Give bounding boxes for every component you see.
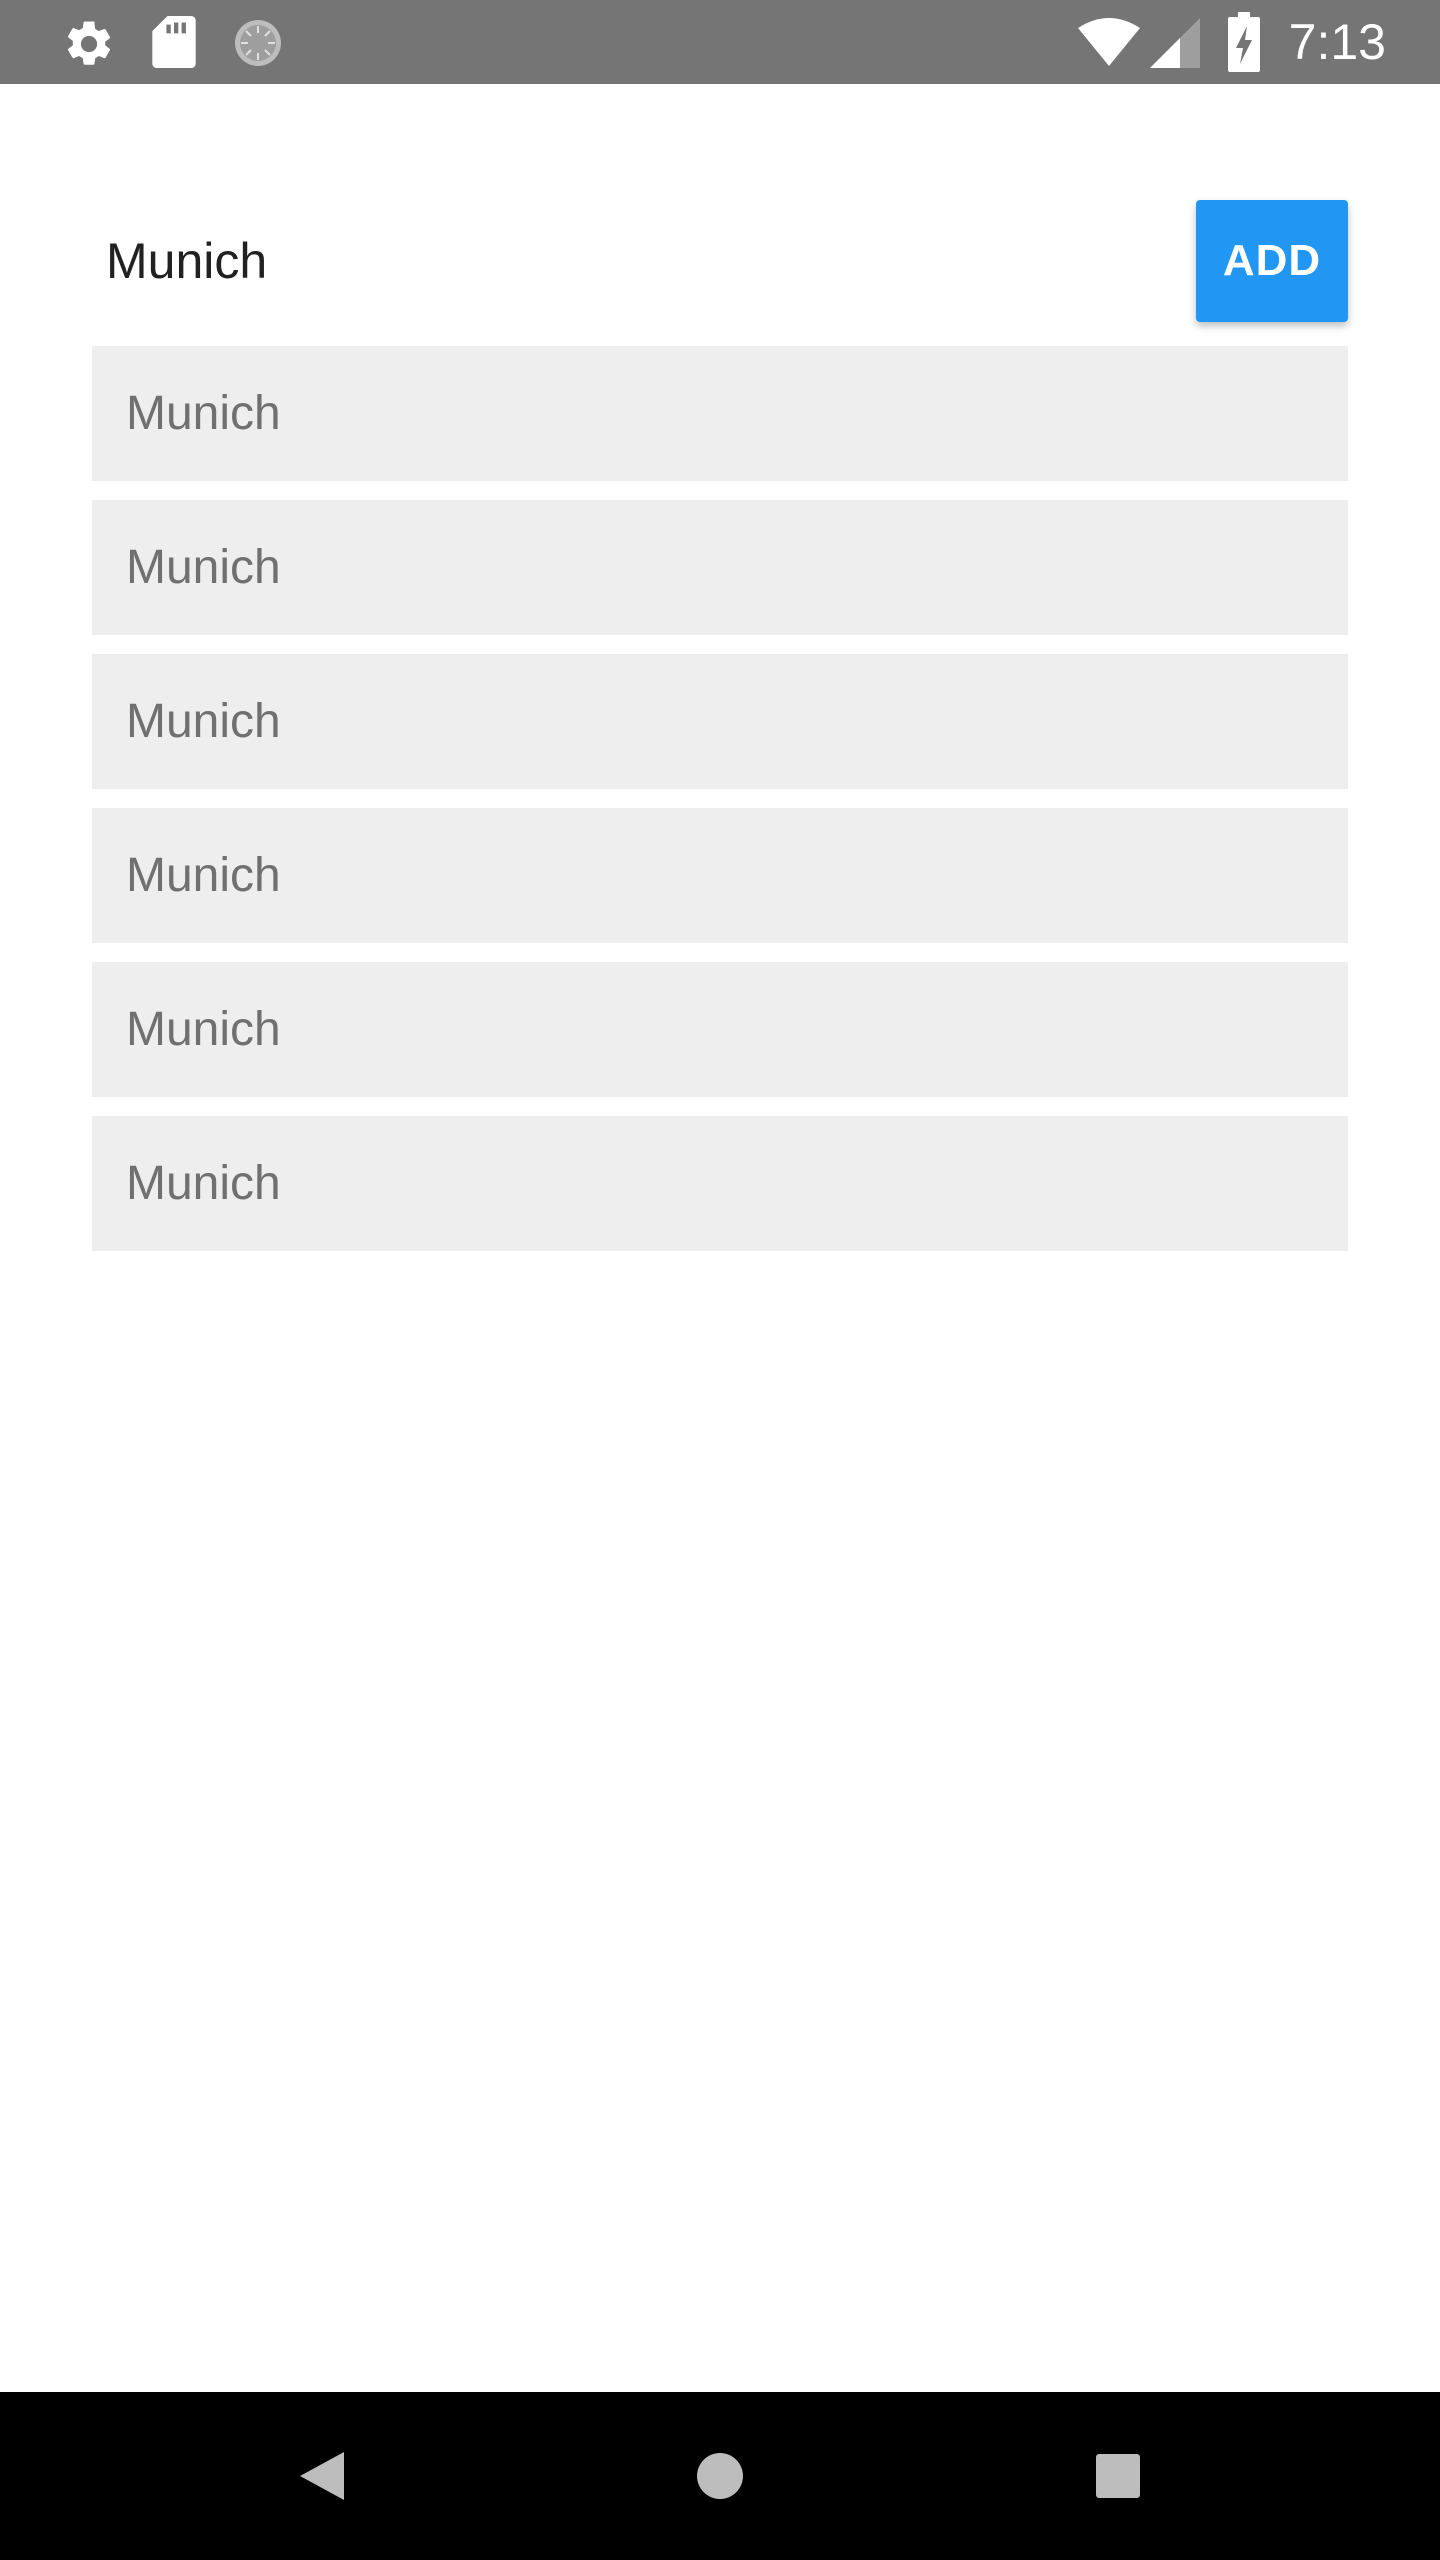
home-button[interactable] bbox=[670, 2426, 770, 2526]
city-list: Munich Munich Munich Munich Munich Munic… bbox=[92, 346, 1348, 1270]
status-bar: 7:13 bbox=[0, 0, 1440, 84]
recents-button[interactable] bbox=[1068, 2426, 1168, 2526]
navigation-bar bbox=[0, 2392, 1440, 2560]
list-item[interactable]: Munich bbox=[92, 346, 1348, 481]
add-button[interactable]: ADD bbox=[1196, 200, 1348, 322]
loading-spinner-icon bbox=[235, 20, 281, 66]
list-item[interactable]: Munich bbox=[92, 1116, 1348, 1251]
battery-charging-icon bbox=[1228, 12, 1260, 72]
back-icon bbox=[300, 2452, 344, 2500]
list-item[interactable]: Munich bbox=[92, 962, 1348, 1097]
list-item[interactable]: Munich bbox=[92, 500, 1348, 635]
list-item[interactable]: Munich bbox=[92, 808, 1348, 943]
gear-icon bbox=[67, 21, 111, 65]
list-item[interactable]: Munich bbox=[92, 654, 1348, 789]
home-icon bbox=[697, 2453, 743, 2499]
cell-signal-icon bbox=[1150, 18, 1200, 68]
city-input[interactable] bbox=[90, 200, 1160, 322]
recents-icon bbox=[1096, 2454, 1140, 2498]
back-button[interactable] bbox=[272, 2426, 372, 2526]
sd-card-icon bbox=[152, 16, 196, 68]
status-time: 7:13 bbox=[1288, 14, 1386, 70]
wifi-icon bbox=[1078, 18, 1140, 66]
